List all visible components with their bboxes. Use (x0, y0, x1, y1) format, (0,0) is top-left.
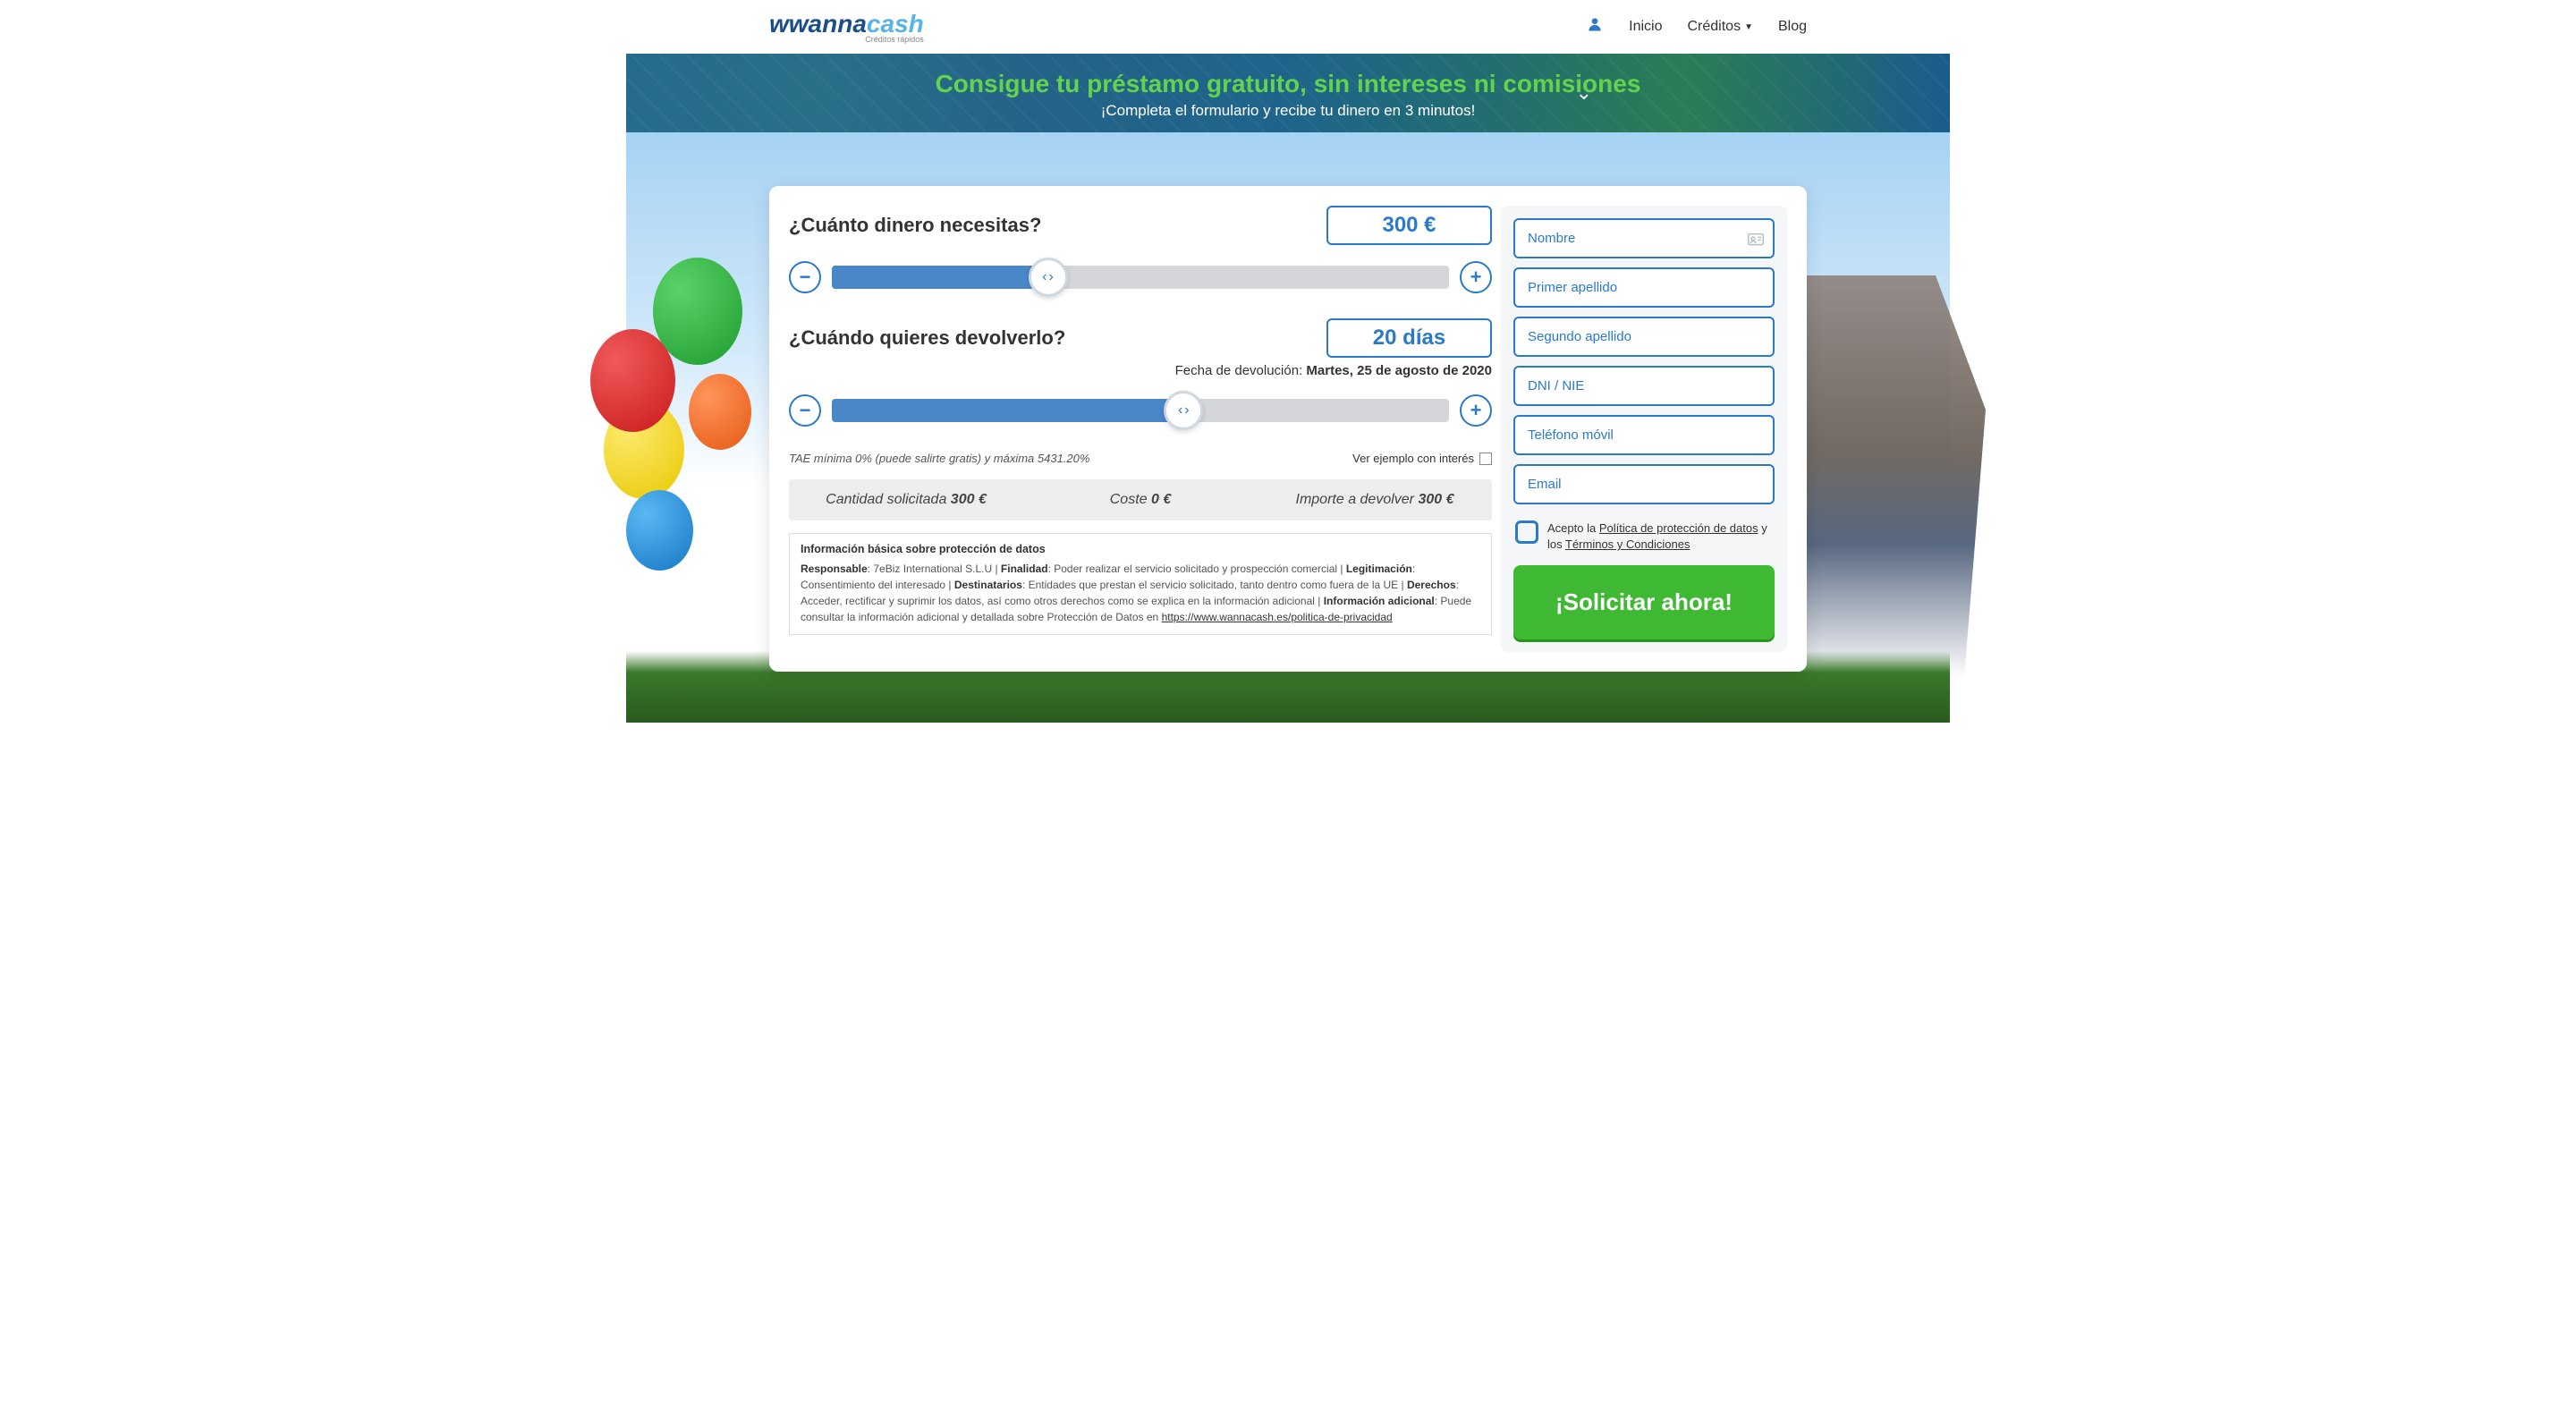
term-question: ¿Cuándo quieres devolverlo? (789, 326, 1065, 350)
return-date: Fecha de devolución: Martes, 25 de agost… (789, 363, 1492, 378)
header: wwannacash Créditos rápidos Inicio Crédi… (626, 0, 1950, 54)
banner-subtitle: ¡Completa el formulario y recibe tu dine… (626, 102, 1950, 120)
nav-blog[interactable]: Blog (1778, 19, 1807, 35)
summary-row: Cantidad solicitada 300 € Coste 0 € Impo… (789, 479, 1492, 520)
summary-cost: Coste 0 € (1023, 479, 1258, 520)
amount-slider-handle[interactable]: ‹› (1029, 258, 1068, 297)
amount-slider[interactable]: ‹› (832, 266, 1449, 289)
chevron-down-icon[interactable]: ⌄ (1576, 81, 1592, 105)
promo-banner: Consigue tu préstamo gratuito, sin inter… (626, 54, 1950, 132)
balloons-decoration (599, 249, 778, 606)
calculator-panel: ¿Cuánto dinero necesitas? 300 € − ‹› + ¿… (789, 206, 1492, 652)
example-checkbox[interactable] (1479, 453, 1492, 465)
terms-link[interactable]: Términos y Condiciones (1565, 537, 1690, 551)
apellido2-input[interactable] (1513, 317, 1775, 357)
tae-note: TAE mínima 0% (puede salirte gratis) y m… (789, 452, 1089, 465)
term-increase-button[interactable]: + (1460, 394, 1492, 427)
apellido1-input[interactable] (1513, 267, 1775, 308)
example-toggle[interactable]: Ver ejemplo con interés (1352, 452, 1492, 465)
solicitar-button[interactable]: ¡Solicitar ahora! (1513, 565, 1775, 639)
legal-box: Información básica sobre protección de d… (789, 533, 1492, 635)
privacy-link[interactable]: https://www.wannacash.es/politica-de-pri… (1162, 611, 1393, 623)
nombre-input[interactable] (1513, 218, 1775, 258)
accept-text: Acepto la Política de protección de dato… (1547, 520, 1773, 553)
summary-requested: Cantidad solicitada 300 € (789, 479, 1023, 520)
caret-down-icon: ▼ (1744, 22, 1753, 32)
term-slider-handle[interactable]: ‹› (1164, 391, 1203, 430)
dni-input[interactable] (1513, 366, 1775, 406)
term-slider[interactable]: ‹› (832, 399, 1449, 422)
id-card-icon (1748, 233, 1764, 250)
user-icon[interactable] (1586, 15, 1604, 38)
accept-checkbox[interactable] (1515, 520, 1538, 544)
legal-body: Responsable: 7eBiz International S.L.U |… (801, 561, 1480, 625)
amount-value: 300 € (1326, 206, 1492, 245)
amount-question: ¿Cuánto dinero necesitas? (789, 214, 1041, 237)
main-card: ¿Cuánto dinero necesitas? 300 € − ‹› + ¿… (769, 186, 1807, 672)
email-input[interactable] (1513, 464, 1775, 504)
amount-decrease-button[interactable]: − (789, 261, 821, 293)
term-decrease-button[interactable]: − (789, 394, 821, 427)
nav: Inicio Créditos▼ Blog (1586, 15, 1807, 38)
form-panel: Acepto la Política de protección de dato… (1501, 206, 1787, 652)
banner-title: Consigue tu préstamo gratuito, sin inter… (626, 70, 1950, 98)
amount-increase-button[interactable]: + (1460, 261, 1492, 293)
privacy-policy-link[interactable]: Política de protección de datos (1599, 521, 1758, 535)
nav-inicio[interactable]: Inicio (1629, 19, 1662, 35)
summary-total: Importe a devolver 300 € (1258, 479, 1492, 520)
telefono-input[interactable] (1513, 415, 1775, 455)
legal-title: Información básica sobre protección de d… (801, 543, 1480, 555)
accept-row: Acepto la Política de protección de dato… (1513, 513, 1775, 565)
logo[interactable]: wwannacash Créditos rápidos (769, 10, 924, 44)
nav-creditos[interactable]: Créditos▼ (1687, 19, 1752, 35)
term-value: 20 días (1326, 318, 1492, 358)
hero-section: ¿Cuánto dinero necesitas? 300 € − ‹› + ¿… (626, 132, 1950, 723)
